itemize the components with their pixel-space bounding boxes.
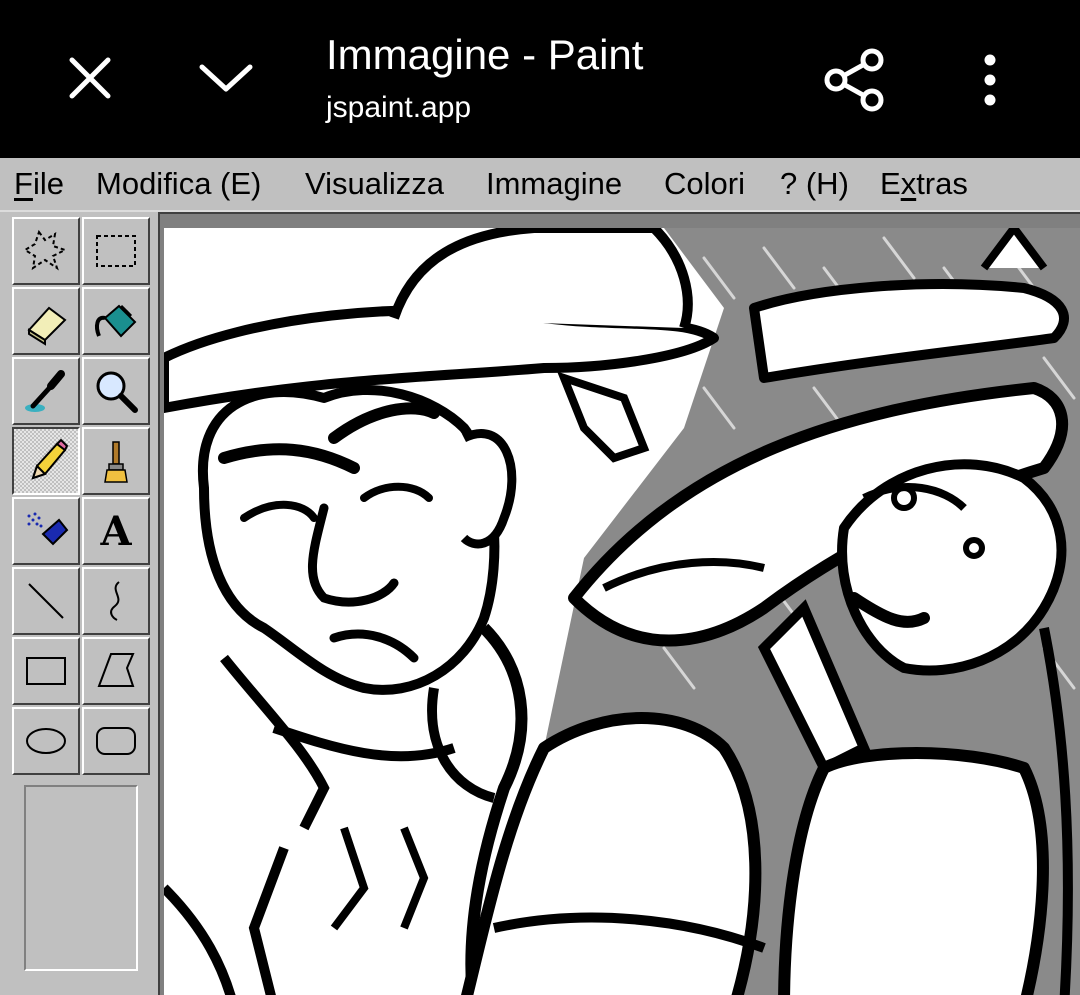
menu-image[interactable]: Immagine: [486, 164, 622, 204]
browser-top-bar: Immagine - Paint jspaint.app: [0, 0, 1080, 158]
more-options-button[interactable]: [950, 38, 1030, 122]
ellipse-icon: [26, 728, 66, 754]
tool-pencil[interactable]: [12, 427, 80, 495]
eyedropper-icon: [25, 370, 65, 412]
text-icon: A: [100, 507, 132, 555]
menu-edit[interactable]: Modifica (E): [96, 164, 261, 204]
page-title: Immagine - Paint: [326, 31, 644, 78]
tool-airbrush[interactable]: [12, 497, 80, 565]
menu-extras-label-pre: E: [880, 166, 901, 201]
menu-extras[interactable]: Extras: [880, 164, 968, 204]
tool-text[interactable]: A: [82, 497, 150, 565]
tool-options-box[interactable]: [24, 785, 138, 971]
menu-file[interactable]: File: [14, 164, 64, 204]
drawing-canvas[interactable]: [164, 228, 1080, 995]
menu-colors[interactable]: Colori: [664, 164, 745, 204]
close-icon: [69, 57, 111, 99]
tool-rectangle[interactable]: [12, 637, 80, 705]
menu-view[interactable]: Visualizza: [305, 164, 444, 204]
menu-help[interactable]: ? (H): [780, 164, 849, 204]
tool-fill[interactable]: [82, 287, 150, 355]
title-block: Immagine - Paint jspaint.app: [326, 30, 643, 128]
rectangle-icon: [26, 657, 66, 685]
paint-bucket-icon: [95, 304, 137, 338]
tool-rounded-rectangle[interactable]: [82, 707, 150, 775]
tool-ellipse[interactable]: [12, 707, 80, 775]
rect-select-icon: [96, 235, 136, 267]
chevron-down-icon: [199, 64, 253, 92]
more-vert-icon: [984, 54, 996, 106]
tool-brush[interactable]: [82, 427, 150, 495]
menu-extras-access-key: x: [900, 166, 917, 201]
free-select-icon: [23, 229, 68, 271]
tool-line[interactable]: [12, 567, 80, 635]
tool-curve[interactable]: [82, 567, 150, 635]
canvas-area[interactable]: [158, 212, 1080, 995]
eraser-icon: [27, 306, 67, 346]
menu-extras-label-rest: tras: [916, 166, 968, 201]
magnifier-icon: [96, 371, 138, 413]
share-button[interactable]: [812, 38, 896, 122]
minimize-button[interactable]: [186, 38, 266, 118]
share-icon: [824, 48, 884, 112]
menu-file-label: ile: [32, 166, 64, 201]
tool-pick-color[interactable]: [12, 357, 80, 425]
toolbox: A: [8, 213, 152, 995]
tool-eraser[interactable]: [12, 287, 80, 355]
page-url: jspaint.app: [326, 91, 472, 124]
tool-free-form-select[interactable]: [12, 217, 80, 285]
pencil-icon: [31, 438, 69, 480]
curve-icon: [110, 581, 120, 621]
menu-file-access-key: F: [14, 166, 33, 201]
line-icon: [28, 583, 64, 619]
menu-bar: File Modifica (E) Visualizza Immagine Co…: [0, 158, 1080, 212]
polygon-icon: [97, 653, 135, 687]
airbrush-icon: [27, 512, 69, 546]
brush-icon: [104, 441, 128, 483]
tool-rect-select[interactable]: [82, 217, 150, 285]
close-button[interactable]: [50, 38, 130, 118]
rounded-rectangle-icon: [96, 727, 136, 755]
tool-polygon[interactable]: [82, 637, 150, 705]
tool-magnifier[interactable]: [82, 357, 150, 425]
